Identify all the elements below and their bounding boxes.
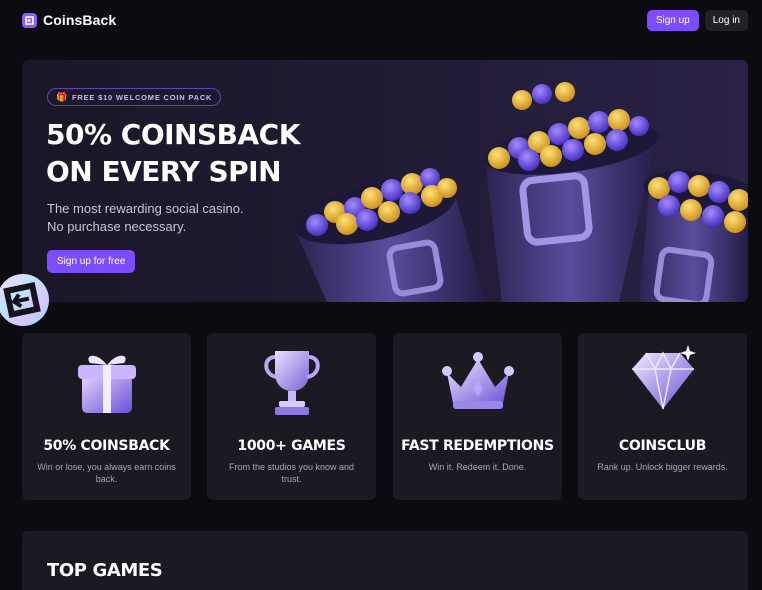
promo-label: FREE $10 WELCOME COIN PACK bbox=[72, 92, 213, 102]
signup-button[interactable]: Sign up bbox=[646, 9, 699, 31]
hero-subtitle-line1: The most rewarding social casino. bbox=[47, 201, 244, 216]
feature-title: FAST REDEMPTIONS bbox=[401, 438, 554, 454]
feature-card-games[interactable]: 1000+ GAMES From the studios you know an… bbox=[207, 333, 376, 500]
feature-card-redemptions[interactable]: FAST REDEMPTIONS Win it. Redeem it. Done… bbox=[393, 333, 562, 500]
promo-badge: 🎁 FREE $10 WELCOME COIN PACK bbox=[47, 88, 222, 106]
feature-title: COINSCLUB bbox=[618, 438, 707, 454]
feature-card-coinsback[interactable]: 50% COINSBACK Win or lose, you always ea… bbox=[22, 333, 191, 500]
coinsback-floating-badge-icon[interactable] bbox=[0, 272, 52, 329]
gift-box-icon bbox=[78, 355, 136, 413]
feature-card-coinsclub[interactable]: COINSCLUB Rank up. Unlock bigger rewards… bbox=[578, 333, 747, 500]
diamond-icon bbox=[632, 345, 696, 410]
feature-title: 50% COINSBACK bbox=[43, 438, 170, 454]
trophy-icon bbox=[264, 351, 320, 415]
hero-subtitle-line2: No purchase necessary. bbox=[47, 219, 187, 234]
feature-desc: From the studios you know and trust. bbox=[228, 462, 355, 484]
gift-icon: 🎁 bbox=[56, 91, 69, 102]
feature-title: 1000+ GAMES bbox=[237, 438, 346, 454]
crown-icon bbox=[442, 352, 514, 409]
hero-subtitle: The most rewarding social casino. No pur… bbox=[47, 200, 277, 236]
brand-name: CoinsBack bbox=[43, 12, 117, 28]
brand[interactable]: CoinsBack bbox=[22, 12, 116, 28]
coinsback-logo-icon bbox=[22, 12, 37, 28]
feature-desc: Win or lose, you always earn coins back. bbox=[37, 462, 176, 484]
hero-banner: 🎁 FREE $10 WELCOME COIN PACK 50% COINSBA… bbox=[22, 60, 748, 302]
top-games-title: TOP GAMES bbox=[47, 560, 163, 581]
feature-desc: Rank up. Unlock bigger rewards. bbox=[597, 462, 728, 472]
coin-buckets-illustration bbox=[294, 82, 748, 302]
top-nav: CoinsBack Sign up Log in bbox=[0, 0, 762, 40]
feature-desc: Win it. Redeem it. Done. bbox=[428, 462, 527, 472]
header-actions: Sign up Log in bbox=[646, 9, 748, 31]
top-games-section: TOP GAMES bbox=[22, 531, 748, 590]
hero-signup-button[interactable]: Sign up for free bbox=[47, 250, 136, 273]
login-button[interactable]: Log in bbox=[704, 9, 748, 31]
